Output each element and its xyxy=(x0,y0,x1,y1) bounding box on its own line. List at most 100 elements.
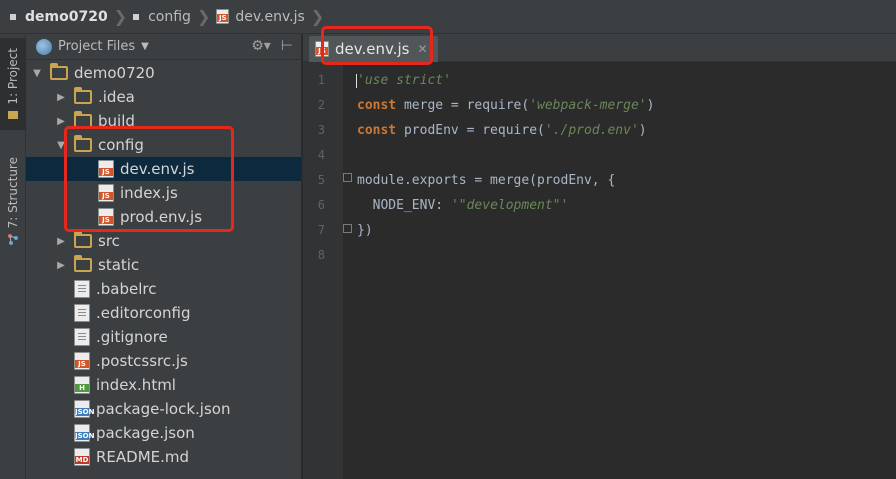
txt-file-icon xyxy=(74,280,90,298)
js-file-icon: JS xyxy=(216,9,230,24)
code-string: './prod.env' xyxy=(544,123,639,138)
fold-icon[interactable] xyxy=(343,224,352,233)
collapse-icon[interactable]: ⊢ xyxy=(281,38,293,54)
project-panel-title[interactable]: Project Files xyxy=(58,39,135,54)
md-file-icon: MD xyxy=(74,448,90,466)
tree-item-label: .idea xyxy=(98,88,135,106)
fold-icon[interactable] xyxy=(343,173,352,182)
code-string: '"development"' xyxy=(450,198,569,213)
tab-structure-label: 7: Structure xyxy=(6,157,20,229)
project-panel: Project Files ▼ ⚙▾ ⊢ ▼ demo0720 ▶ .idea ▶ bui… xyxy=(26,34,302,479)
tree-item[interactable]: Hindex.html xyxy=(26,373,301,397)
code-keyword: const xyxy=(357,98,397,113)
html-file-icon: H xyxy=(74,376,90,394)
tree-item[interactable]: ▶ src xyxy=(26,229,301,253)
json-file-icon: JSON xyxy=(74,400,94,418)
collapsed-arrow-icon[interactable]: ▶ xyxy=(54,236,68,247)
js-file-icon: JS xyxy=(74,352,90,370)
breadcrumb-file[interactable]: JS dev.env.js xyxy=(216,8,305,25)
json-file-icon: JSON xyxy=(74,424,94,442)
line-number: 7 xyxy=(317,223,325,237)
line-number: 6 xyxy=(317,198,325,212)
tab-structure[interactable]: 7: Structure xyxy=(0,146,26,256)
code-editor[interactable]: 'use strict' const merge = require('webpa… xyxy=(356,62,896,479)
tree-item[interactable]: .editorconfig xyxy=(26,301,301,325)
tool-window-strip: 1: Project 7: Structure xyxy=(0,34,26,479)
code-line: const merge = require('webpack-merge') xyxy=(357,93,654,118)
breadcrumb: demo0720 ❯ config ❯ JS dev.env.js ❯ xyxy=(0,0,896,34)
folder-icon xyxy=(74,87,92,104)
tree-item[interactable]: ▶ static xyxy=(26,253,301,277)
tab-project[interactable]: 1: Project xyxy=(0,38,26,130)
tree-item-label: index.html xyxy=(96,376,176,394)
code-text: NODE_ENV: xyxy=(372,198,451,213)
code-line: 'use strict' xyxy=(356,68,451,93)
collapsed-arrow-icon[interactable]: ▶ xyxy=(54,260,68,271)
tree-item-label: src xyxy=(98,232,120,250)
tab-project-label: 1: Project xyxy=(6,47,20,105)
folder-icon xyxy=(74,255,92,272)
breadcrumb-config[interactable]: config xyxy=(133,9,191,25)
folder-icon xyxy=(74,231,92,248)
line-number: 5 xyxy=(317,173,325,187)
code-line: NODE_ENV: '"development"' xyxy=(357,193,569,218)
code-line: module.exports = merge(prodEnv, { xyxy=(357,168,615,193)
breadcrumb-chevron-icon: ❯ xyxy=(196,7,211,26)
tree-item-label: demo0720 xyxy=(74,64,155,82)
code-text: merge = require( xyxy=(396,98,530,113)
breadcrumb-file-label: dev.env.js xyxy=(235,8,305,25)
code-line: const prodEnv = require('./prod.env') xyxy=(357,118,647,143)
chevron-down-icon[interactable]: ▼ xyxy=(141,41,149,52)
breadcrumb-chevron-icon: ❯ xyxy=(310,7,325,26)
code-text: ) xyxy=(646,98,655,113)
line-number: 3 xyxy=(317,123,325,137)
tree-item[interactable]: JS .postcssrc.js xyxy=(26,349,301,373)
text-caret xyxy=(356,74,357,88)
tree-item[interactable]: .babelrc xyxy=(26,277,301,301)
tree-item-label: static xyxy=(98,256,140,274)
panel-tools: ⚙▾ ⊢ xyxy=(251,38,293,54)
code-text: prodEnv = require( xyxy=(396,123,545,138)
structure-icon xyxy=(8,233,18,245)
tree-item-label: .postcssrc.js xyxy=(96,352,188,370)
project-folder-icon xyxy=(8,111,18,120)
annotation-box-tab xyxy=(321,26,433,65)
code-text: }) xyxy=(357,223,373,238)
breadcrumb-project[interactable]: demo0720 xyxy=(10,9,108,25)
folder-icon xyxy=(50,63,68,80)
project-files-icon xyxy=(36,38,52,55)
tree-item[interactable]: MD README.md xyxy=(26,445,301,469)
collapsed-arrow-icon[interactable]: ▶ xyxy=(54,116,68,127)
line-number: 2 xyxy=(317,98,325,112)
code-text: ) xyxy=(638,123,647,138)
folder-square-icon xyxy=(133,13,140,20)
code-string: 'use strict' xyxy=(357,73,451,88)
txt-file-icon xyxy=(74,328,90,346)
line-gutter: 1 2 3 4 5 6 7 8 xyxy=(303,62,352,479)
line-number: 4 xyxy=(317,148,325,162)
breadcrumb-project-label: demo0720 xyxy=(25,8,108,25)
line-number: 1 xyxy=(317,73,325,87)
tree-item[interactable]: .gitignore xyxy=(26,325,301,349)
tree-item-label: .editorconfig xyxy=(96,304,191,322)
breadcrumb-chevron-icon: ❯ xyxy=(113,7,128,26)
gear-icon[interactable]: ⚙▾ xyxy=(251,38,271,54)
code-text: module.exports = merge(prodEnv, { xyxy=(357,173,616,188)
tree-item[interactable]: JSON package.json xyxy=(26,421,301,445)
collapsed-arrow-icon[interactable]: ▶ xyxy=(54,92,68,103)
txt-file-icon xyxy=(74,304,90,322)
line-number: 8 xyxy=(317,248,325,262)
tree-item-label: .babelrc xyxy=(96,280,157,298)
breadcrumb-config-label: config xyxy=(148,8,191,25)
project-square-icon xyxy=(10,13,16,20)
code-string: 'webpack-merge' xyxy=(529,98,647,113)
expanded-arrow-icon[interactable]: ▼ xyxy=(30,68,44,79)
tree-item[interactable]: ▼ demo0720 xyxy=(26,61,301,85)
tree-item[interactable]: ▶ .idea xyxy=(26,85,301,109)
tree-item-label: README.md xyxy=(96,448,190,466)
tree-item-label: package-lock.json xyxy=(96,400,231,418)
tree-item[interactable]: JSON package-lock.json xyxy=(26,397,301,421)
code-line: }) xyxy=(357,218,373,243)
tree-item-label: package.json xyxy=(96,424,195,442)
code-keyword: const xyxy=(357,123,397,138)
